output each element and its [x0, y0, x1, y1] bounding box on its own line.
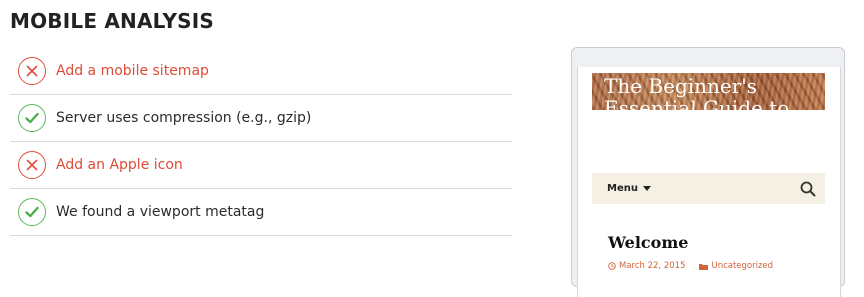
post-meta: March 22, 2015 Uncategorized — [608, 261, 773, 271]
site-header-banner: The Beginner's Essential Guide to — [592, 73, 825, 110]
post-category[interactable]: Uncategorized — [699, 261, 773, 271]
mobile-checks-list: Add a mobile sitemap Server uses compres… — [10, 48, 512, 236]
post-category-text: Uncategorized — [711, 261, 774, 271]
caret-down-icon — [643, 186, 651, 191]
site-header-title: The Beginner's Essential Guide to — [604, 74, 790, 110]
check-label: We found a viewport metatag — [56, 204, 265, 220]
check-circle-icon — [18, 104, 46, 132]
post-title[interactable]: Welcome — [608, 233, 688, 252]
site-nav-bar: Menu — [592, 173, 825, 204]
check-item: Server uses compression (e.g., gzip) — [10, 95, 512, 142]
menu-toggle[interactable]: Menu — [607, 183, 638, 194]
x-circle-icon — [18, 151, 46, 179]
search-icon[interactable] — [800, 181, 816, 201]
post-date[interactable]: March 22, 2015 — [608, 261, 685, 271]
check-item: Add a mobile sitemap — [10, 48, 512, 95]
check-label: Server uses compression (e.g., gzip) — [56, 110, 312, 126]
check-item: We found a viewport metatag — [10, 189, 512, 236]
x-circle-icon — [18, 57, 46, 85]
mobile-preview-frame: The Beginner's Essential Guide to Menu W… — [571, 47, 845, 297]
check-label: Add an Apple icon — [56, 157, 183, 173]
clock-icon — [608, 262, 616, 270]
post-date-text: March 22, 2015 — [619, 261, 686, 271]
check-circle-icon — [18, 198, 46, 226]
check-item: Add an Apple icon — [10, 142, 512, 189]
folder-icon — [699, 263, 709, 270]
mobile-preview-screen: The Beginner's Essential Guide to Menu W… — [577, 67, 841, 297]
section-title: MOBILE ANALYSIS — [10, 9, 215, 33]
check-label: Add a mobile sitemap — [56, 63, 209, 79]
